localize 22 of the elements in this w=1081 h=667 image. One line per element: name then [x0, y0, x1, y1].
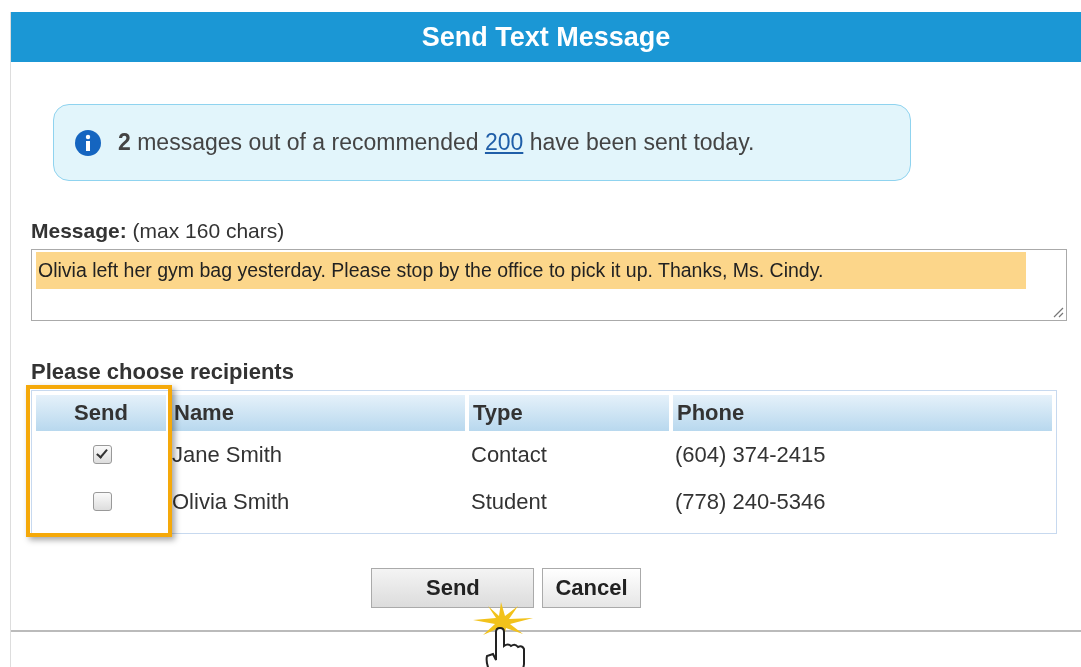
column-header: Type [469, 394, 669, 431]
send-checkbox[interactable] [92, 491, 112, 511]
column-header: Name [170, 394, 465, 431]
table-cell-text: (604) 374-2415 [674, 440, 827, 469]
table-cell-text: Olivia Smith [171, 487, 291, 516]
limit-link[interactable]: 200 [484, 129, 524, 156]
message-label: Message: (max 160 chars) [31, 218, 286, 244]
table-cell-text: (778) 240-5346 [674, 487, 827, 516]
table-cell-text: Jane Smith [171, 440, 284, 469]
info-icon [74, 128, 102, 157]
recipients-label: Please choose recipients [31, 357, 295, 386]
resize-grip-icon[interactable] [1052, 305, 1064, 318]
cancel-button[interactable]: Cancel [542, 567, 641, 608]
send-checkbox[interactable] [92, 444, 112, 464]
message-field[interactable]: Olivia left her gym bag yesterday. Please stop by the office to pick it up. Thanks, Ms. Cindy. [31, 248, 1067, 321]
table-cell-text: Student [470, 487, 548, 516]
dialog-title: Send Text Message [11, 12, 1081, 62]
notice-text: 2 messages out of a recommended 200 have been sent today. [118, 128, 755, 158]
column-header: Phone [673, 394, 1052, 431]
column-header: Send [36, 394, 166, 431]
send-button[interactable]: Send [371, 567, 535, 608]
table-cell-text: Contact [470, 440, 548, 469]
